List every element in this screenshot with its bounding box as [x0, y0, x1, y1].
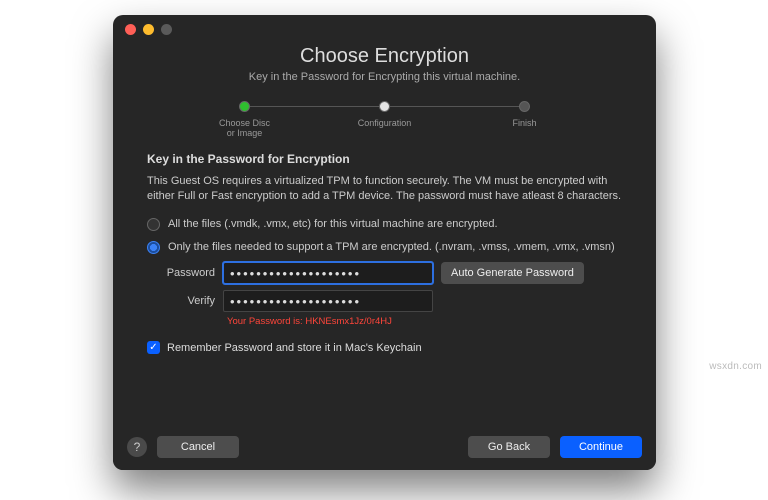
dialog-subtitle: Key in the Password for Encrypting this …: [133, 71, 636, 83]
radio-label: All the files (.vmdk, .vmx, etc) for thi…: [168, 217, 498, 232]
dialog-footer: ? Cancel Go Back Continue: [113, 424, 656, 470]
go-back-button[interactable]: Go Back: [468, 436, 550, 458]
titlebar: [113, 15, 656, 43]
dialog-header: Choose Encryption Key in the Password fo…: [113, 45, 656, 83]
step-configuration: Configuration: [315, 101, 455, 128]
dialog-window: Choose Encryption Key in the Password fo…: [113, 15, 656, 470]
remember-label: Remember Password and store it in Mac's …: [167, 342, 422, 354]
verify-label: Verify: [147, 295, 215, 307]
step-label: Finish: [455, 118, 595, 128]
cancel-button[interactable]: Cancel: [157, 436, 239, 458]
encryption-mode-group: All the files (.vmdk, .vmx, etc) for thi…: [147, 217, 622, 255]
checkbox-checked-icon: ✓: [147, 341, 160, 354]
step-finish: Finish: [455, 101, 595, 128]
progress-stepper: Choose Disc or Image Configuration Finis…: [175, 101, 595, 138]
dialog-title: Choose Encryption: [133, 45, 636, 68]
password-input[interactable]: [223, 262, 433, 284]
verify-row: Verify: [147, 290, 622, 312]
section-description: This Guest OS requires a virtualized TPM…: [147, 174, 622, 205]
radio-icon: [147, 241, 160, 254]
continue-button[interactable]: Continue: [560, 436, 642, 458]
password-label: Password: [147, 267, 215, 279]
password-hint: Your Password is: HKNEsmx1Jz/0r4HJ: [227, 316, 622, 327]
step-label: Choose Disc or Image: [175, 118, 315, 138]
password-row: Password Auto Generate Password: [147, 262, 622, 284]
radio-full-encryption[interactable]: All the files (.vmdk, .vmx, etc) for thi…: [147, 217, 622, 232]
section-heading: Key in the Password for Encryption: [147, 152, 622, 166]
minimize-icon[interactable]: [143, 24, 154, 35]
verify-input[interactable]: [223, 290, 433, 312]
content-area: Key in the Password for Encryption This …: [113, 138, 656, 354]
step-label: Configuration: [315, 118, 455, 128]
help-button[interactable]: ?: [127, 437, 147, 457]
auto-generate-button[interactable]: Auto Generate Password: [441, 262, 584, 284]
watermark: wsxdn.com: [709, 361, 762, 372]
remember-row[interactable]: ✓ Remember Password and store it in Mac'…: [147, 341, 622, 354]
radio-label: Only the files needed to support a TPM a…: [168, 240, 615, 255]
step-choose-disc: Choose Disc or Image: [175, 101, 315, 138]
close-icon[interactable]: [125, 24, 136, 35]
radio-icon: [147, 218, 160, 231]
radio-fast-encryption[interactable]: Only the files needed to support a TPM a…: [147, 240, 622, 255]
maximize-icon: [161, 24, 172, 35]
